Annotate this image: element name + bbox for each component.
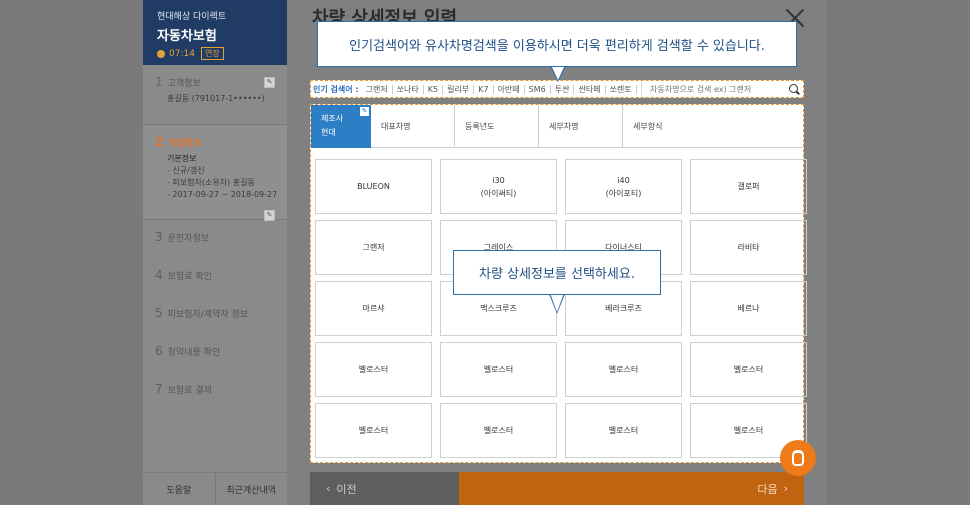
tooltip-tail-inner — [550, 293, 564, 312]
model-option[interactable]: 라비타 — [690, 220, 807, 275]
model-option[interactable]: BLUEON — [315, 159, 432, 214]
edit-icon[interactable]: ✎ — [264, 77, 275, 88]
model-option[interactable]: 벨로스터 — [440, 342, 557, 397]
prev-button[interactable]: ‹ 이전 — [310, 472, 459, 505]
sidebar-footer: 도움말 최근계산내역 — [143, 472, 287, 505]
select-tooltip: 차량 상세정보를 선택하세요. — [453, 250, 661, 295]
step-number: 5 — [155, 306, 163, 320]
model-option[interactable]: i30 (아이써티) — [440, 159, 557, 214]
step-customer-info[interactable]: 1 고객정보 홍길동 (791017-1••••••) ✎ — [143, 65, 287, 125]
step-sub-lines: - 신규/갱신 - 피보험자(소유자) 홍길동 - 2017-09-27 ~ 2… — [167, 166, 278, 199]
popular-item[interactable]: K7 — [474, 84, 494, 94]
step-driver-info[interactable]: 3 운전자정보 — [143, 220, 287, 258]
popular-search-bar: 인기 검색어 : 그랜저 쏘나타 K5 릴리부 K7 아반떼 SM6 투싼 싼타… — [310, 80, 804, 98]
popular-search-label: 인기 검색어 : — [313, 84, 359, 94]
chevron-right-icon: › — [783, 482, 788, 495]
tab-model-name[interactable]: 대표차명 — [371, 105, 455, 147]
model-option[interactable]: i40 (아이포티) — [565, 159, 682, 214]
vehicle-search-input[interactable] — [641, 81, 781, 97]
step-label: 청약내용 확인 — [167, 348, 221, 358]
model-option[interactable]: 벨로스터 — [690, 342, 807, 397]
step-number: 3 — [155, 230, 163, 244]
step-sub: 홍길동 (791017-1••••••) — [167, 94, 265, 103]
step-number: 1 — [155, 75, 163, 89]
model-option[interactable]: 벨로스터 — [565, 403, 682, 458]
step-payment[interactable]: 7 보험료 결제 — [143, 372, 287, 410]
maker-value: 현대 — [321, 128, 336, 137]
step-vehicle-info[interactable]: 2 차량정보 기본정보 - 신규/갱신 - 피보험자(소유자) 홍길동 - 201… — [143, 125, 287, 221]
model-option[interactable]: 벨로스터 — [315, 342, 432, 397]
model-option[interactable]: 베르나 — [690, 281, 807, 336]
popular-item[interactable]: 아반떼 — [494, 84, 525, 94]
guide-button[interactable] — [780, 440, 816, 476]
step-label: 고객정보 — [167, 79, 201, 89]
selector-tabs: 제조사 현대 ✎ 대표차명 등록년도 세부차명 세부항식 — [311, 105, 803, 148]
step-label: 피보험자/계약자 정보 — [167, 310, 249, 320]
popular-item[interactable]: 쏘나타 — [393, 84, 424, 94]
popular-item[interactable]: 릴리부 — [443, 84, 475, 94]
search-icon[interactable] — [789, 84, 798, 93]
hand-pointer-icon — [792, 450, 804, 466]
prev-label: 이전 — [336, 482, 357, 496]
model-option[interactable]: 벨로스터 — [565, 342, 682, 397]
popular-item[interactable]: SM6 — [525, 84, 551, 94]
search-tooltip: 인기검색어와 유사차명검색을 이용하시면 더욱 편리하게 검색할 수 있습니다. — [317, 21, 797, 67]
step-number: 7 — [155, 382, 163, 396]
step-label: 운전자정보 — [167, 234, 210, 244]
tab-detail-model[interactable]: 세부차명 — [539, 105, 623, 147]
popular-item[interactable]: 쏘렌토 — [606, 84, 637, 94]
tab-maker[interactable]: 제조사 현대 ✎ — [311, 105, 371, 148]
recent-calc-button[interactable]: 최근계산내역 — [214, 473, 288, 505]
popular-item[interactable]: 그랜저 — [362, 84, 393, 94]
step-number: 2 — [155, 135, 164, 149]
tooltip-tail-inner — [551, 65, 565, 80]
model-option[interactable]: 마르샤 — [315, 281, 432, 336]
step-number: 6 — [155, 344, 163, 358]
step-sub-title: 기본정보 — [167, 154, 197, 163]
session-timer: 07:14 연장 — [157, 47, 287, 60]
clock-icon — [157, 49, 165, 58]
tab-registration-year[interactable]: 등록년도 — [455, 105, 539, 147]
edit-icon[interactable]: ✎ — [360, 107, 369, 116]
popular-item[interactable]: 싼타페 — [574, 84, 606, 94]
model-option[interactable]: 그랜저 — [315, 220, 432, 275]
sidebar: 현대해상 다이렉트 자동차보험 07:14 연장 1 고객정보 홍길동 (7910… — [143, 0, 287, 505]
popular-item[interactable]: K5 — [424, 84, 444, 94]
chevron-left-icon: ‹ — [326, 482, 331, 495]
model-option[interactable]: 벨로스터 — [440, 403, 557, 458]
brand-name: 현대해상 다이렉트 — [157, 12, 227, 22]
edit-icon[interactable]: ✎ — [264, 210, 275, 221]
extend-session-button[interactable]: 연장 — [200, 47, 224, 60]
tab-detail-option[interactable]: 세부항식 — [623, 105, 803, 147]
step-list: 1 고객정보 홍길동 (791017-1••••••) ✎ 2 차량정보 기본정보 … — [143, 65, 287, 410]
step-number: 4 — [155, 268, 163, 282]
model-option[interactable]: 갤로퍼 — [690, 159, 807, 214]
step-insured-info[interactable]: 5 피보험자/계약자 정보 — [143, 296, 287, 334]
brand-header: 현대해상 다이렉트 자동차보험 07:14 연장 — [143, 0, 287, 65]
next-button[interactable]: 다음 › — [459, 472, 804, 505]
next-label: 다음 — [757, 482, 778, 496]
model-option[interactable]: 벨로스터 — [315, 403, 432, 458]
popular-item[interactable]: 투싼 — [551, 84, 575, 94]
step-application-check[interactable]: 6 청약내용 확인 — [143, 334, 287, 372]
timer-value: 07:14 — [169, 48, 195, 59]
step-label: 보험료 확인 — [167, 272, 212, 282]
step-premium-check[interactable]: 4 보험료 확인 — [143, 258, 287, 296]
brand-title: 자동차보험 — [157, 29, 217, 44]
step-label: 차량정보 — [168, 139, 202, 149]
step-label: 보험료 결제 — [167, 386, 212, 396]
help-button[interactable]: 도움말 — [143, 473, 215, 505]
